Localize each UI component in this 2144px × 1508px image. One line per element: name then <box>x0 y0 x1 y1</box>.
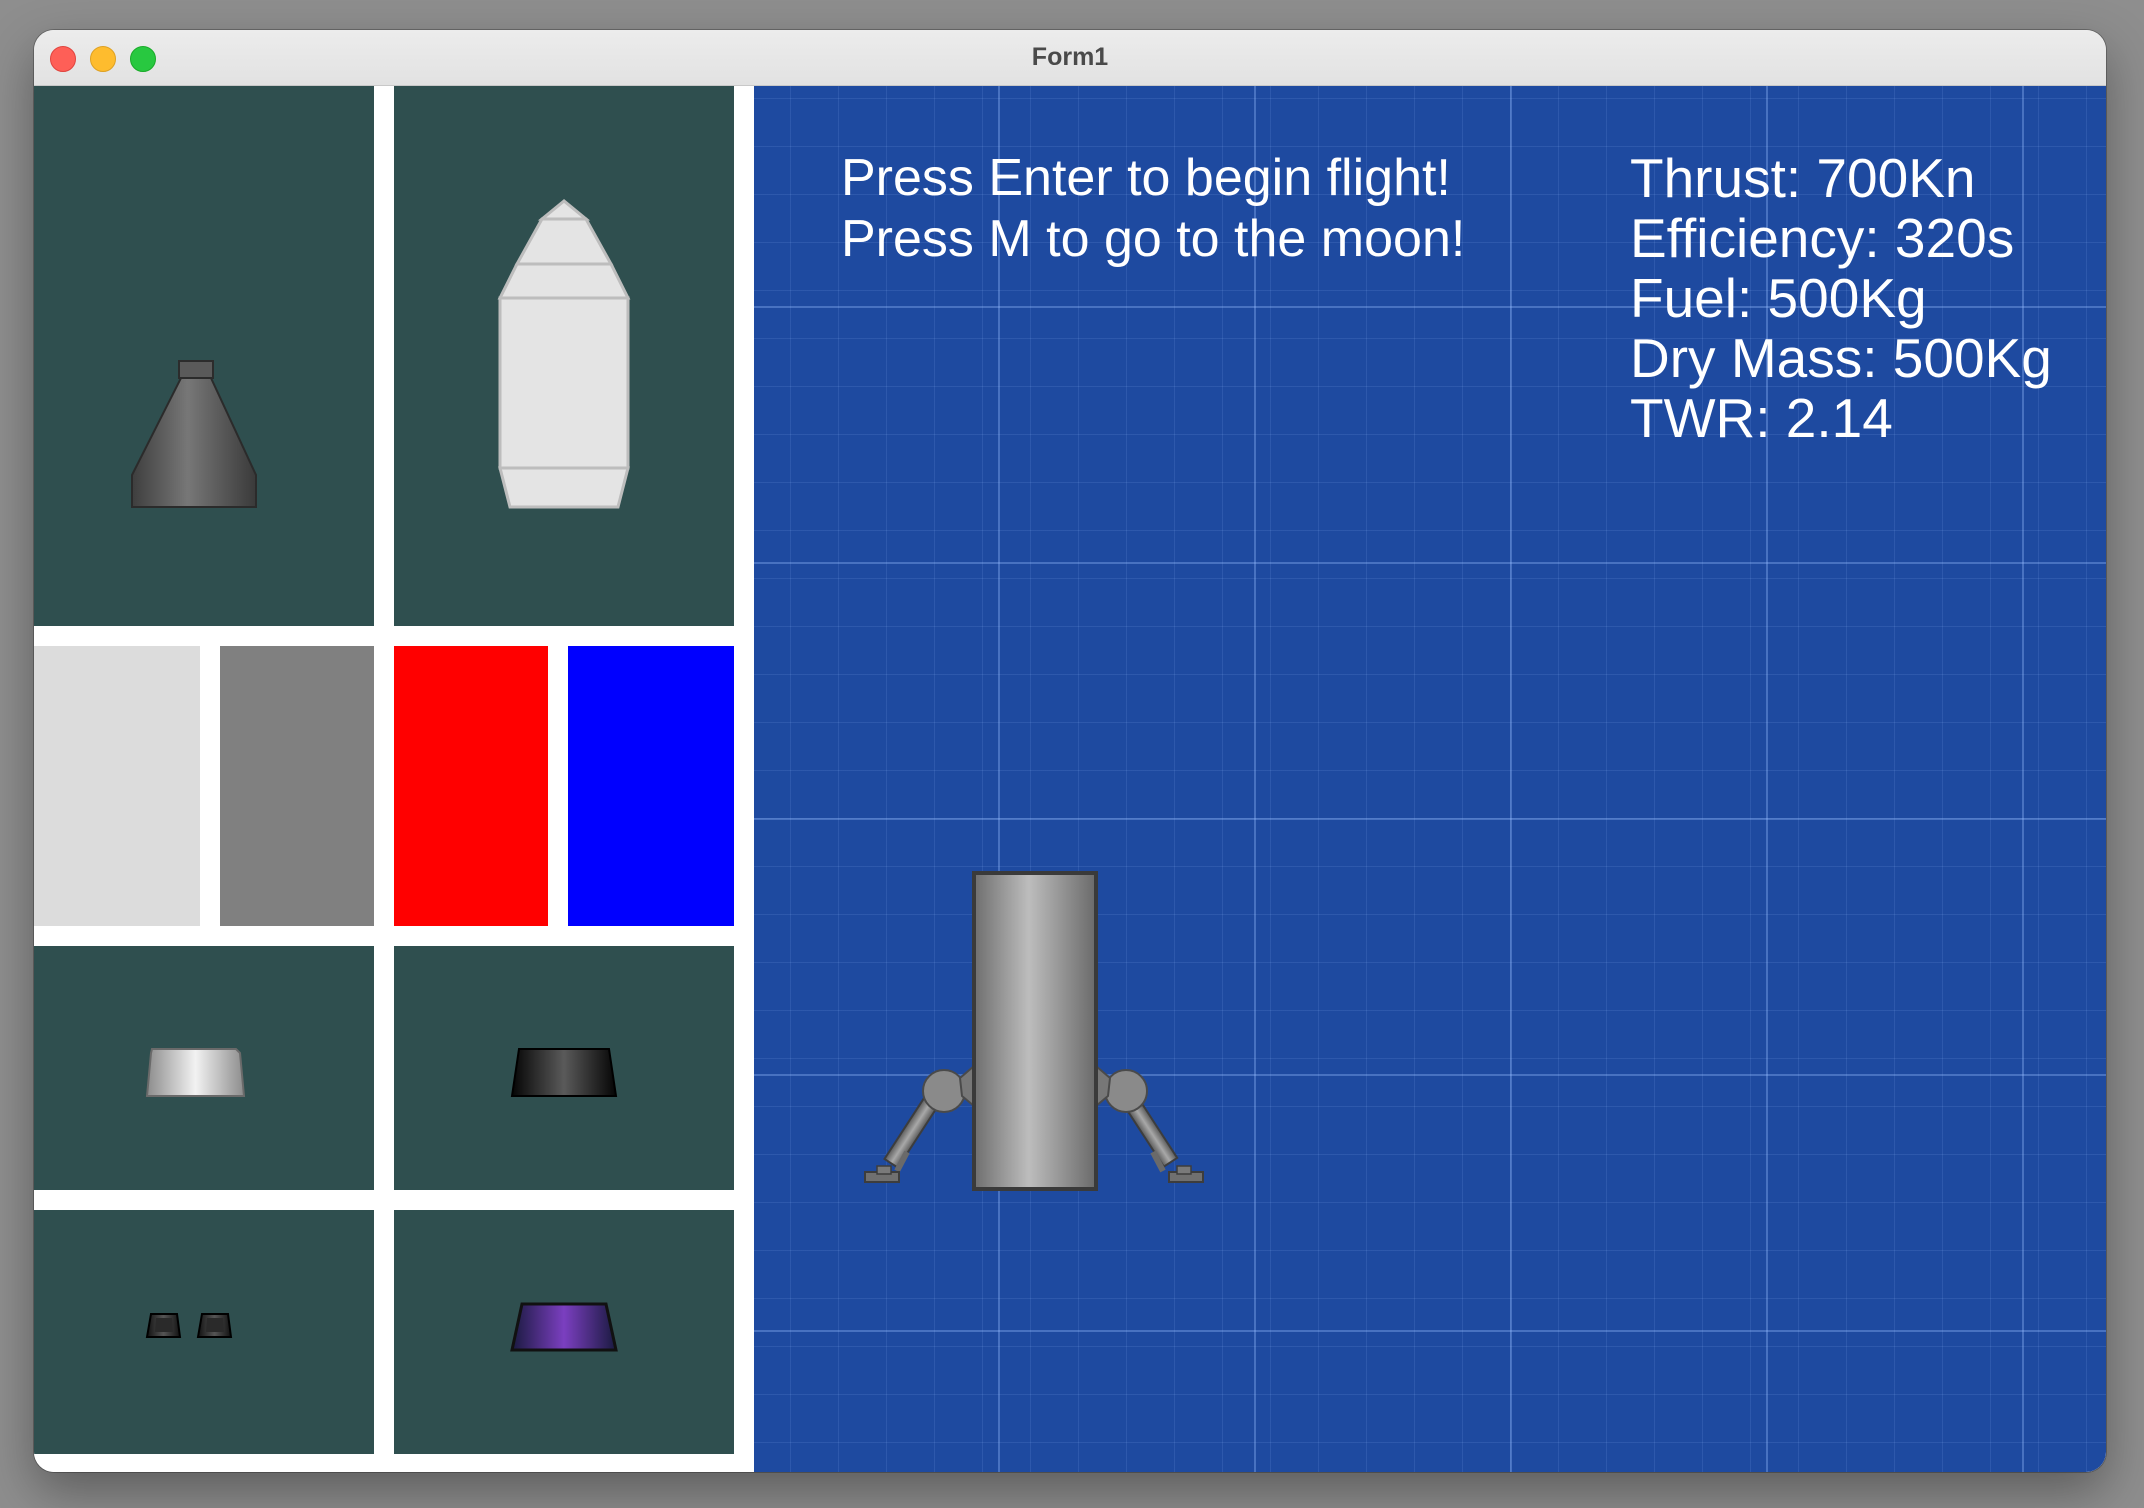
color-swatch-gray[interactable] <box>220 646 374 926</box>
part-silver-trapezoid[interactable] <box>34 946 374 1190</box>
title-bar[interactable]: Form1 <box>34 30 2106 86</box>
stat-dry-mass: Dry Mass: 500Kg <box>1630 327 2052 389</box>
capsule-icon <box>497 199 631 509</box>
stat-twr: TWR: 2.14 <box>1630 387 1893 449</box>
engine-nozzle-icon <box>131 360 257 508</box>
color-swatch-red[interactable] <box>394 646 548 926</box>
main-content: Press Enter to begin flight! Press M to … <box>34 86 2106 1472</box>
part-purple-trapezoid[interactable] <box>394 1210 734 1454</box>
part-black-trapezoid[interactable] <box>394 946 734 1190</box>
color-swatch-blue[interactable] <box>568 646 734 926</box>
part-twin-thruster[interactable] <box>34 1210 374 1454</box>
purple-trapezoid-icon <box>510 1302 618 1352</box>
stat-thrust: Thrust: 700Kn <box>1630 147 1976 209</box>
instruction-go-to-moon: Press M to go to the moon! <box>841 210 1466 268</box>
build-canvas[interactable]: Press Enter to begin flight! Press M to … <box>754 86 2106 1472</box>
stat-efficiency: Efficiency: 320s <box>1630 207 2015 269</box>
instructions: Press Enter to begin flight! Press M to … <box>841 148 1465 270</box>
silver-trapezoid-icon <box>145 1048 246 1097</box>
app-window: Form1 Press Enter to begin flight! Press… <box>34 30 2106 1472</box>
rocket-stats: Thrust: 700Kn Efficiency: 320s Fuel: 500… <box>1630 148 2052 448</box>
lander-icon[interactable] <box>855 788 1215 1208</box>
stat-fuel: Fuel: 500Kg <box>1630 267 1927 329</box>
twin-thruster-icon <box>145 1313 233 1338</box>
window-title: Form1 <box>1031 43 1109 71</box>
color-swatch-light-gray[interactable] <box>34 646 200 926</box>
black-trapezoid-icon <box>510 1048 618 1097</box>
part-capsule[interactable] <box>394 86 734 626</box>
instruction-begin-flight: Press Enter to begin flight! <box>841 149 1451 207</box>
part-engine-nozzle[interactable] <box>34 86 374 626</box>
